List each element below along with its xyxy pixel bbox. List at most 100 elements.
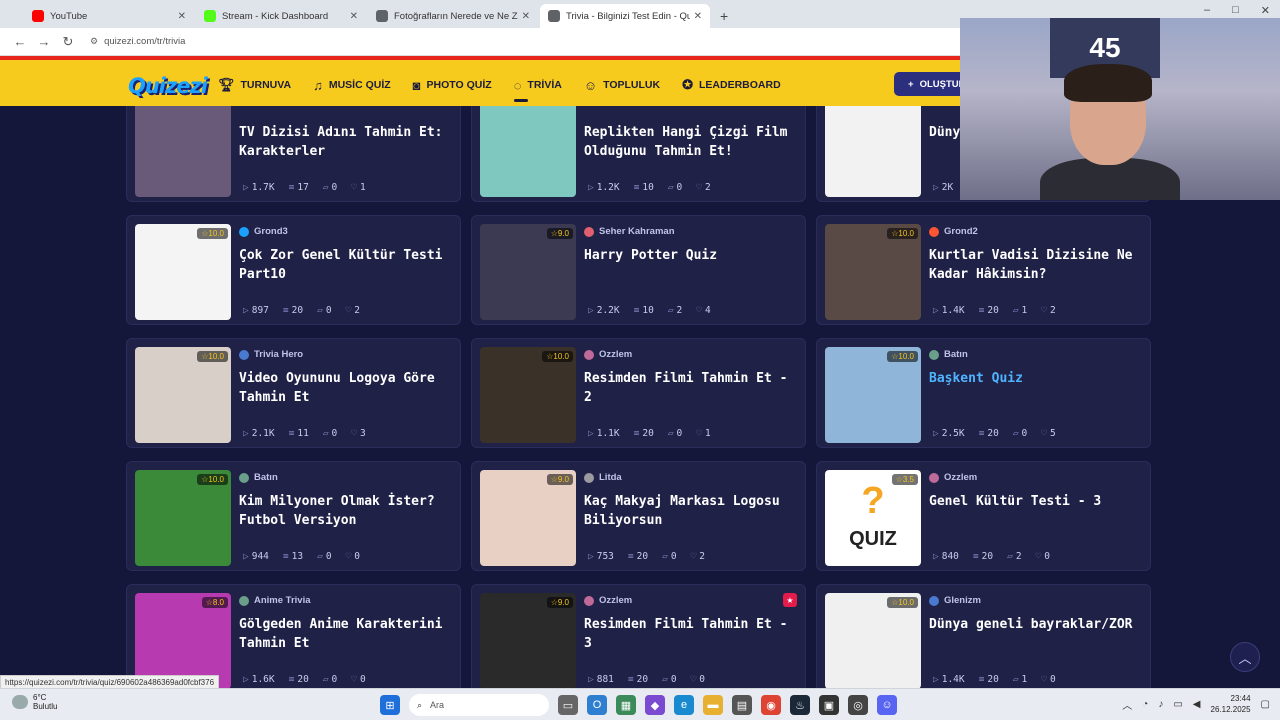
app-icon[interactable]: ▣ xyxy=(819,695,839,715)
quiz-thumbnail[interactable]: ☆10.0 xyxy=(135,347,231,443)
quiz-card[interactable]: ☆9.0 Ozzlem Resimden Filmi Tahmin Et - 3 ▷ 8… xyxy=(471,584,806,688)
quiz-thumbnail[interactable]: ☆10.0 xyxy=(135,470,231,566)
new-tab-button[interactable]: + xyxy=(712,4,736,28)
url-field[interactable]: ⚙ quizezi.com/tr/trivia xyxy=(90,36,185,47)
quiz-author[interactable]: Grond2 xyxy=(929,226,978,237)
quiz-thumbnail[interactable] xyxy=(825,106,921,197)
quiz-title[interactable]: Başkent Quiz xyxy=(929,369,1144,388)
menu-item[interactable]: ♫ MUSİC QUİZ xyxy=(313,77,391,93)
quiz-title[interactable]: Kaç Makyaj Markası Logosu Biliyorsun xyxy=(584,492,799,530)
site-logo[interactable]: Quizezi xyxy=(128,74,208,98)
discord-icon[interactable]: ☺ xyxy=(877,695,897,715)
quiz-card[interactable]: ☆10.0 Batın Başkent Quiz ▷ 2.5K ≡ 20 ▱ 0 ♡ 5 xyxy=(816,338,1151,448)
quiz-title[interactable]: Gölgeden Anime Karakterini Tahmin Et xyxy=(239,615,454,653)
quiz-card[interactable]: ☆10.0 Grond2 Kurtlar Vadisi Dizisine Ne Ka… xyxy=(816,215,1151,325)
quiz-author[interactable]: Grond3 xyxy=(239,226,288,237)
quiz-thumbnail[interactable]: ☆8.0 xyxy=(135,593,231,688)
edge-icon[interactable]: e xyxy=(674,695,694,715)
quiz-card[interactable]: ☆10.0 Glenizm Dünya geneli bayraklar/ZOR ▷ 1… xyxy=(816,584,1151,688)
start-icon[interactable]: ⊞ xyxy=(380,695,400,715)
quiz-author[interactable]: Batın xyxy=(929,349,968,360)
quiz-author[interactable]: Ozzlem xyxy=(584,595,632,606)
volume-icon[interactable]: ◀ xyxy=(1193,699,1201,710)
menu-item[interactable]: ◌ TRİVİA xyxy=(513,77,562,102)
quiz-author[interactable]: Ozzlem xyxy=(929,472,977,483)
quiz-author[interactable]: Batın xyxy=(239,472,278,483)
browser-tab[interactable]: Fotoğrafların Nerede ve Ne Zam ✕ xyxy=(368,4,538,28)
quiz-card[interactable]: TV Dizisi Adını Tahmin Et: Karakterler ▷ 1… xyxy=(126,106,461,202)
weather-widget[interactable]: 6°C Bulutlu xyxy=(12,693,57,711)
quiz-thumbnail[interactable]: ☆10.0 xyxy=(825,224,921,320)
tab-close-icon[interactable]: ✕ xyxy=(178,11,186,22)
quiz-thumbnail[interactable]: ? QUIZ ☆3.5 xyxy=(825,470,921,566)
quiz-thumbnail[interactable]: ☆9.0 xyxy=(480,470,576,566)
browser-tab[interactable]: Stream - Kick Dashboard ✕ xyxy=(196,4,366,28)
quiz-title[interactable]: Kurtlar Vadisi Dizisine Ne Kadar Hâkimsi… xyxy=(929,246,1144,284)
outlook-icon[interactable]: O xyxy=(587,695,607,715)
quiz-title[interactable]: Harry Potter Quiz xyxy=(584,246,799,265)
quiz-thumbnail[interactable] xyxy=(135,106,231,197)
store-icon[interactable]: ▤ xyxy=(732,695,752,715)
quiz-card[interactable]: ☆10.0 Trivia Hero Video Oyununu Logoya Gör… xyxy=(126,338,461,448)
clock[interactable]: 23:44 26.12.2025 xyxy=(1211,693,1251,715)
quiz-card[interactable]: ☆9.0 Litda Kaç Makyaj Markası Logosu Biliy… xyxy=(471,461,806,571)
quiz-author[interactable]: Seher Kahraman xyxy=(584,226,675,237)
chrome-icon[interactable]: ◉ xyxy=(761,695,781,715)
task-view-icon[interactable]: ▭ xyxy=(558,695,578,715)
forward-icon[interactable]: → xyxy=(32,34,56,49)
quiz-thumbnail[interactable] xyxy=(480,106,576,197)
quiz-title[interactable]: Replikten Hangi Çizgi Film Olduğunu Tahm… xyxy=(584,123,799,161)
back-icon[interactable]: ← xyxy=(8,34,32,49)
quiz-title[interactable]: Dünya geneli bayraklar/ZOR xyxy=(929,615,1144,634)
quiz-card[interactable]: ☆10.0 Ozzlem Resimden Filmi Tahmin Et - 2 ▷… xyxy=(471,338,806,448)
maximize-icon[interactable]: □ xyxy=(1232,4,1239,17)
quiz-author[interactable]: Trivia Hero xyxy=(239,349,303,360)
quiz-card[interactable]: ? QUIZ ☆3.5 Ozzlem Genel Kültür Testi - 3 ▷ 84… xyxy=(816,461,1151,571)
tab-close-icon[interactable]: ✕ xyxy=(522,11,530,22)
quiz-thumbnail[interactable]: ☆10.0 xyxy=(825,593,921,688)
quiz-card[interactable]: ☆9.0 Seher Kahraman Harry Potter Quiz ▷ 2.2K… xyxy=(471,215,806,325)
display-icon[interactable]: ▭ xyxy=(1173,699,1182,710)
taskbar-search[interactable]: ⌕ Ara xyxy=(409,694,549,716)
menu-item[interactable]: ◙ PHOTO QUİZ xyxy=(413,77,492,93)
mic-icon[interactable]: ♪ xyxy=(1158,699,1163,710)
quiz-title[interactable]: TV Dizisi Adını Tahmin Et: Karakterler xyxy=(239,123,454,161)
obs-icon[interactable]: ◎ xyxy=(848,695,868,715)
reload-icon[interactable]: ↻ xyxy=(56,34,80,50)
quiz-title[interactable]: Resimden Filmi Tahmin Et - 3 xyxy=(584,615,799,653)
quiz-card[interactable]: ☆10.0 Grond3 Çok Zor Genel Kültür Testi Pa… xyxy=(126,215,461,325)
close-window-icon[interactable]: ✕ xyxy=(1261,4,1270,17)
tray-chevron-icon[interactable]: ︿ xyxy=(1122,697,1132,712)
quiz-card[interactable]: ☆8.0 Anime Trivia Gölgeden Anime Karakteri… xyxy=(126,584,461,688)
quiz-title[interactable]: Resimden Filmi Tahmin Et - 2 xyxy=(584,369,799,407)
menu-item[interactable]: ☺ TOPLULUK xyxy=(584,77,660,93)
site-info-icon[interactable]: ⚙ xyxy=(90,36,98,47)
minimize-icon[interactable]: – xyxy=(1204,4,1210,17)
quiz-title[interactable]: Genel Kültür Testi - 3 xyxy=(929,492,1144,511)
quiz-author[interactable]: Glenizm xyxy=(929,595,981,606)
menu-item[interactable]: 🏆︎ TURNUVA xyxy=(218,77,291,93)
browser-tab[interactable]: Trivia - Bilginizi Test Edin - Quiz ✕ xyxy=(540,4,710,28)
quiz-card[interactable]: ☆10.0 Batın Kim Milyoner Olmak İster? Futb… xyxy=(126,461,461,571)
scroll-to-top-button[interactable]: ︿ xyxy=(1230,642,1260,672)
quiz-author[interactable]: Anime Trivia xyxy=(239,595,311,606)
browser-tab[interactable]: YouTube ✕ xyxy=(24,4,194,28)
quiz-author[interactable]: Litda xyxy=(584,472,622,483)
quiz-thumbnail[interactable]: ☆10.0 xyxy=(825,347,921,443)
folder-icon[interactable]: ▬ xyxy=(703,695,723,715)
copilot-icon[interactable]: ◆ xyxy=(645,695,665,715)
quiz-title[interactable]: Video Oyununu Logoya Göre Tahmin Et xyxy=(239,369,454,407)
quiz-card[interactable]: Replikten Hangi Çizgi Film Olduğunu Tahm… xyxy=(471,106,806,202)
quiz-title[interactable]: Kim Milyoner Olmak İster? Futbol Versiyo… xyxy=(239,492,454,530)
quiz-thumbnail[interactable]: ☆9.0 xyxy=(480,593,576,688)
notification-icon[interactable]: ▢ xyxy=(1261,699,1270,710)
menu-item[interactable]: ✪ LEADERBOARD xyxy=(682,77,781,93)
steam-icon[interactable]: ♨ xyxy=(790,695,810,715)
tab-close-icon[interactable]: ✕ xyxy=(350,11,358,22)
calculator-icon[interactable]: ▦ xyxy=(616,695,636,715)
quiz-thumbnail[interactable]: ☆10.0 xyxy=(480,347,576,443)
tab-close-icon[interactable]: ✕ xyxy=(694,11,702,22)
quiz-author[interactable]: Ozzlem xyxy=(584,349,632,360)
quiz-title[interactable]: Çok Zor Genel Kültür Testi Part10 xyxy=(239,246,454,284)
quiz-thumbnail[interactable]: ☆9.0 xyxy=(480,224,576,320)
